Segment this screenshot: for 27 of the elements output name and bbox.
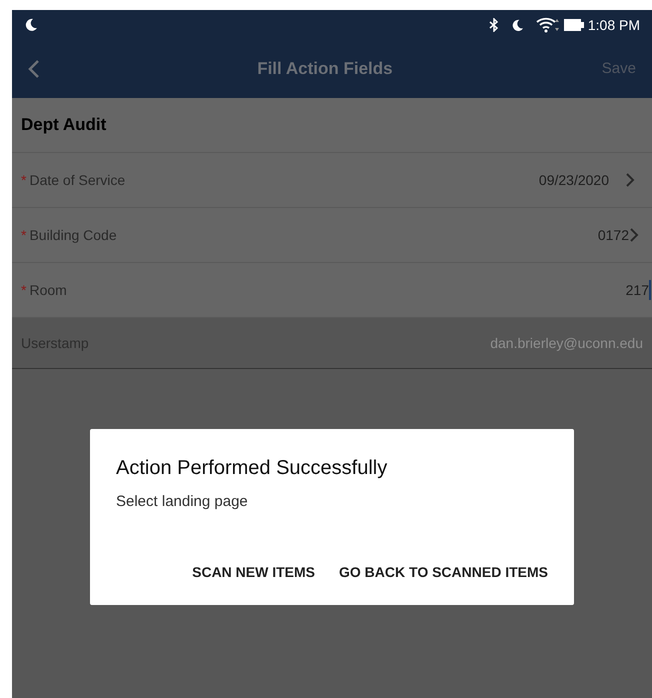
field-label: Date of Service	[29, 170, 126, 190]
dialog-message: Select landing page	[116, 492, 249, 512]
field-label: Building Code	[29, 226, 117, 245]
field-value: dan.brierley@uconn.edu	[490, 334, 643, 353]
required-mark: *	[21, 280, 26, 300]
field-label: Room	[29, 280, 67, 300]
field-value: 09/23/2020	[538, 170, 609, 190]
status-time: 1:08 PM	[588, 16, 640, 34]
text-cursor	[649, 280, 651, 300]
chevron-right-icon	[629, 227, 639, 243]
screen-title: Fill Action Fields	[257, 58, 393, 80]
section-title: Dept Audit	[21, 114, 106, 136]
dialog-action-button[interactable]: SCAN NEW ITEMS	[192, 562, 316, 583]
required-mark: *	[21, 226, 26, 244]
moon-icon	[510, 18, 524, 32]
required-mark: *	[21, 170, 26, 190]
dialog-action-button[interactable]: GO BACK TO SCANNED ITEMS	[339, 562, 548, 583]
dialog-title: Action Performed Successfully	[116, 456, 388, 481]
field-value: 217	[626, 280, 649, 300]
battery-icon	[564, 19, 584, 31]
field-value: 0172	[598, 226, 629, 244]
form-row[interactable]: * Date of Service 09/23/2020	[12, 152, 652, 207]
form-row[interactable]: * Building Code 0172	[12, 207, 652, 262]
wifi-icon	[536, 17, 560, 33]
moon-icon	[24, 18, 38, 32]
chevron-right-icon	[625, 172, 635, 188]
bluetooth-icon	[488, 18, 499, 32]
